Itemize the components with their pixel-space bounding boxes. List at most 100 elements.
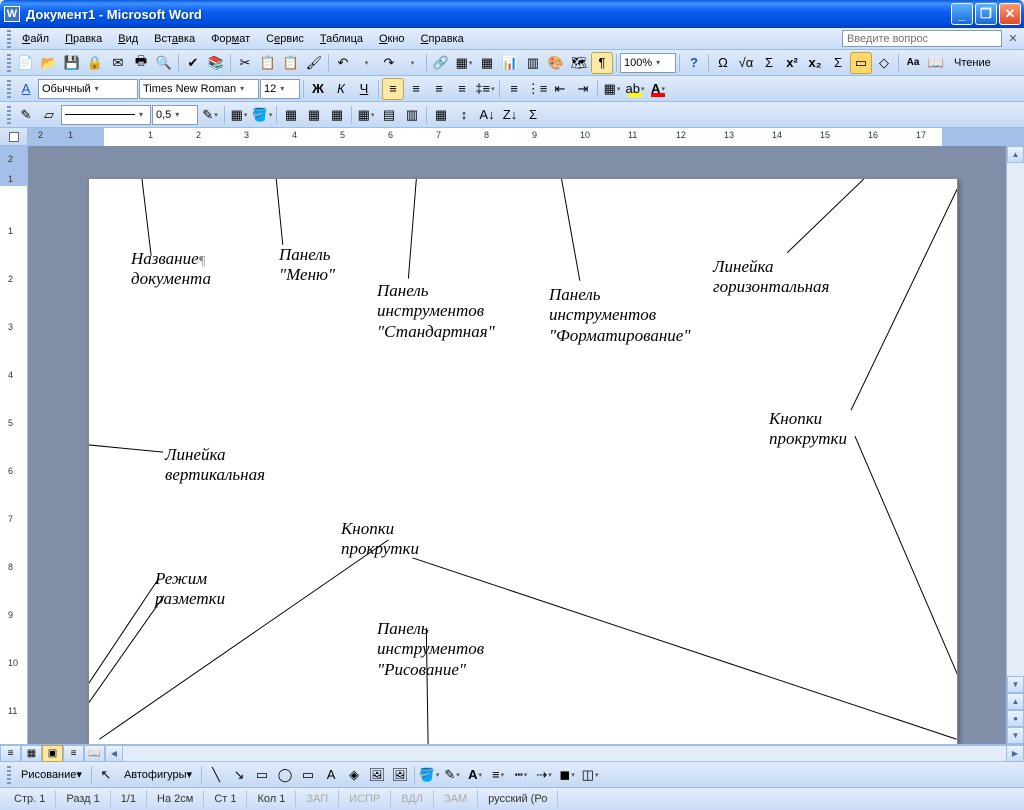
merge-cells-icon[interactable]: ▦ <box>303 104 325 126</box>
print-layout-view-icon[interactable]: ▣ <box>42 745 63 762</box>
status-lang[interactable]: русский (Ро <box>478 790 558 808</box>
help-icon[interactable]: ? <box>683 52 705 74</box>
spelling-icon[interactable]: ✔ <box>182 52 204 74</box>
bullet-list-icon[interactable]: ⋮≡ <box>526 78 548 100</box>
menu-window[interactable]: Окно <box>371 31 413 47</box>
vertical-ruler[interactable]: 21123456789101112 <box>0 146 28 744</box>
sort-asc-icon[interactable]: A↓ <box>476 104 498 126</box>
clipart-icon[interactable]: 🖼 <box>366 764 388 786</box>
hyperlink-icon[interactable]: 🔗 <box>430 52 452 74</box>
insert-table2-icon[interactable]: ▦ <box>280 104 302 126</box>
align-left-icon[interactable]: ≡ <box>382 78 404 100</box>
bold-icon[interactable]: Ж <box>307 78 329 100</box>
align-right-icon[interactable]: ≡ <box>428 78 450 100</box>
eraser-icon[interactable]: ▱ <box>38 104 60 126</box>
super-icon[interactable]: x² <box>781 52 803 74</box>
distribute-rows-icon[interactable]: ▤ <box>378 104 400 126</box>
scroll-right-icon[interactable]: ▶ <box>1006 746 1023 761</box>
3d-icon[interactable]: ◫ <box>579 764 601 786</box>
align-cell-icon[interactable]: ▦ <box>355 104 377 126</box>
status-ovr[interactable]: ЗАМ <box>434 790 478 808</box>
sum2-icon[interactable]: Σ <box>827 52 849 74</box>
toolbar-grip[interactable] <box>7 80 11 98</box>
wordart-icon[interactable]: A <box>320 764 342 786</box>
undo-icon[interactable]: ↶ <box>332 52 354 74</box>
menu-view[interactable]: Вид <box>110 31 146 47</box>
omega-icon[interactable]: Ω <box>712 52 734 74</box>
menubar-grip[interactable] <box>7 30 11 48</box>
arrow-icon[interactable]: ↘ <box>228 764 250 786</box>
autosum-icon[interactable]: Σ <box>522 104 544 126</box>
diagram-icon[interactable]: ◈ <box>343 764 365 786</box>
menu-edit[interactable]: Правка <box>57 31 110 47</box>
menu-tools[interactable]: Сервис <box>258 31 312 47</box>
cut-icon[interactable]: ✂ <box>234 52 256 74</box>
lower-icon[interactable]: Aа <box>902 52 924 74</box>
oval-icon[interactable]: ◯ <box>274 764 296 786</box>
select-objects-icon[interactable]: ↖ <box>95 764 117 786</box>
insert-table-icon[interactable]: ▦ <box>476 52 498 74</box>
line-style-combo[interactable]: ▾ <box>61 105 151 125</box>
sub-icon[interactable]: x₂ <box>804 52 826 74</box>
menu-format[interactable]: Формат <box>203 31 258 47</box>
next-page-icon[interactable]: ▼ <box>1007 727 1024 744</box>
drawing-icon[interactable]: 🎨 <box>545 52 567 74</box>
copy-icon[interactable]: 📋 <box>257 52 279 74</box>
save-icon[interactable]: 💾 <box>61 52 83 74</box>
line-color-icon[interactable]: ✎ <box>441 764 463 786</box>
minimize-button[interactable]: _ <box>951 3 973 25</box>
rect-icon[interactable]: ▭ <box>850 52 872 74</box>
new-doc-icon[interactable]: 📄 <box>15 52 37 74</box>
format-painter-icon[interactable]: 🖌 <box>303 52 325 74</box>
arrow-style-icon[interactable]: ⇢ <box>533 764 555 786</box>
split-cells-icon[interactable]: ▦ <box>326 104 348 126</box>
fill-color-icon[interactable]: 🪣 <box>418 764 440 786</box>
reading-button[interactable]: Чтение <box>948 53 997 73</box>
scroll-up-icon[interactable]: ▲ <box>1007 146 1024 163</box>
line-weight-combo[interactable]: 0,5▾ <box>152 105 198 125</box>
undo-dropdown[interactable] <box>355 52 377 74</box>
dash-style-icon[interactable]: ┅ <box>510 764 532 786</box>
horizontal-ruler[interactable]: 211234567891011121314151617 <box>28 128 1024 146</box>
justify-icon[interactable]: ≡ <box>451 78 473 100</box>
web-view-icon[interactable]: ▦ <box>21 745 42 762</box>
object-icon[interactable]: ◇ <box>873 52 895 74</box>
border-icon[interactable]: ▦ <box>228 104 250 126</box>
highlight-icon[interactable]: ab <box>624 78 646 100</box>
browse-object-icon[interactable]: ● <box>1007 710 1024 727</box>
status-ext[interactable]: ВДЛ <box>391 790 434 808</box>
textbox-icon[interactable]: ▭ <box>297 764 319 786</box>
draw-table-icon[interactable]: ✎ <box>15 104 37 126</box>
normal-view-icon[interactable]: ≡ <box>0 745 21 762</box>
picture-icon[interactable]: 🖼 <box>389 764 411 786</box>
zoom-combo[interactable]: 100%▾ <box>620 53 676 73</box>
excel-icon[interactable]: 📊 <box>499 52 521 74</box>
open-icon[interactable]: 📂 <box>38 52 60 74</box>
email-icon[interactable]: ✉ <box>107 52 129 74</box>
text-direction-icon[interactable]: ↕ <box>453 104 475 126</box>
shadow-icon[interactable]: ◼ <box>556 764 578 786</box>
menu-table[interactable]: Таблица <box>312 31 371 47</box>
scroll-down-icon[interactable]: ▼ <box>1007 676 1024 693</box>
rectangle-icon[interactable]: ▭ <box>251 764 273 786</box>
borders-icon[interactable]: ▦ <box>601 78 623 100</box>
shading-icon[interactable]: 🪣 <box>251 104 273 126</box>
print-icon[interactable]: 🖶 <box>130 52 152 74</box>
menu-insert[interactable]: Вставка <box>146 31 203 47</box>
font-color-icon[interactable]: A <box>647 78 669 100</box>
horizontal-scrollbar[interactable]: ◀ ▶ <box>105 745 1024 762</box>
doc-close-button[interactable]: ✕ <box>1006 32 1020 46</box>
font-combo[interactable]: Times New Roman▾ <box>139 79 259 99</box>
reading-view-icon[interactable]: 📖 <box>84 745 105 762</box>
columns-icon[interactable]: ▥ <box>522 52 544 74</box>
line-style-icon[interactable]: ≡ <box>487 764 509 786</box>
sort-desc-icon[interactable]: Z↓ <box>499 104 521 126</box>
italic-icon[interactable]: К <box>330 78 352 100</box>
hscroll-track[interactable] <box>123 746 1006 761</box>
sum-icon[interactable]: Σ <box>758 52 780 74</box>
ruler-corner[interactable] <box>0 128 28 146</box>
menu-file[interactable]: Файл <box>14 31 57 47</box>
redo-dropdown[interactable] <box>401 52 423 74</box>
autoformat-icon[interactable]: ▦ <box>430 104 452 126</box>
outline-view-icon[interactable]: ≡ <box>63 745 84 762</box>
